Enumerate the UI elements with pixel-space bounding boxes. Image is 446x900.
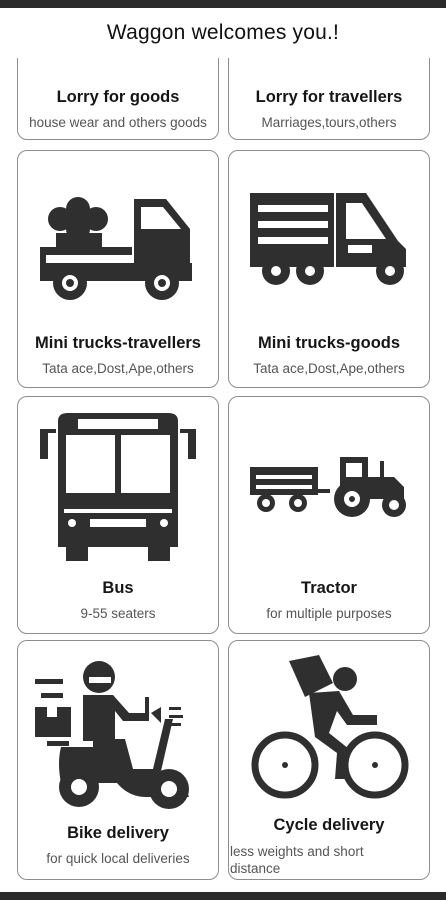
bike-delivery-icon xyxy=(35,661,189,809)
card-subtitle: house wear and others goods xyxy=(29,115,207,130)
card-title: Cycle delivery xyxy=(273,816,385,834)
card-bike-delivery[interactable]: Bike delivery for quick local deliveries xyxy=(17,640,219,880)
bottom-strip xyxy=(0,892,446,900)
card-subtitle: Tata ace,Dost,Ape,others xyxy=(42,361,194,376)
card-title: Mini trucks-goods xyxy=(257,334,401,352)
card-mini-truck-goods[interactable]: Mini trucks-goods Tata ace,Dost,Ape,othe… xyxy=(228,150,430,388)
mini-truck-goods-icon xyxy=(250,193,406,285)
mini-truck-travellers-icon xyxy=(40,197,192,300)
app-header: Waggon welcomes you.! xyxy=(0,8,446,58)
tractor-icon xyxy=(250,457,406,517)
page-title: Waggon welcomes you.! xyxy=(106,21,340,44)
vehicle-grid: Lorry for goods house wear and others go… xyxy=(0,0,446,900)
card-subtitle: 9-55 seaters xyxy=(80,606,156,621)
card-title: Mini trucks-travellers xyxy=(35,334,201,352)
card-bus[interactable]: Bus 9-55 seaters xyxy=(17,396,219,634)
card-cycle-delivery[interactable]: Cycle delivery less weights and short di… xyxy=(228,640,430,880)
cycle-delivery-icon xyxy=(251,655,409,799)
card-title: Lorry for travellers xyxy=(255,88,403,106)
card-title: Lorry for goods xyxy=(56,88,180,106)
card-subtitle: Marriages,tours,others xyxy=(261,115,397,130)
bus-icon xyxy=(40,413,196,561)
card-title: Bus xyxy=(102,579,134,597)
card-mini-truck-travellers[interactable]: Mini trucks-travellers Tata ace,Dost,Ape… xyxy=(17,150,219,388)
card-subtitle: for multiple purposes xyxy=(266,606,392,621)
card-subtitle: less weights and short distance xyxy=(230,844,364,876)
card-subtitle: Tata ace,Dost,Ape,others xyxy=(253,361,405,376)
card-title: Tractor xyxy=(301,579,357,597)
card-title: Bike delivery xyxy=(67,824,169,842)
card-tractor[interactable]: Tractor for multiple purposes xyxy=(228,396,430,634)
card-subtitle: for quick local deliveries xyxy=(46,851,190,866)
